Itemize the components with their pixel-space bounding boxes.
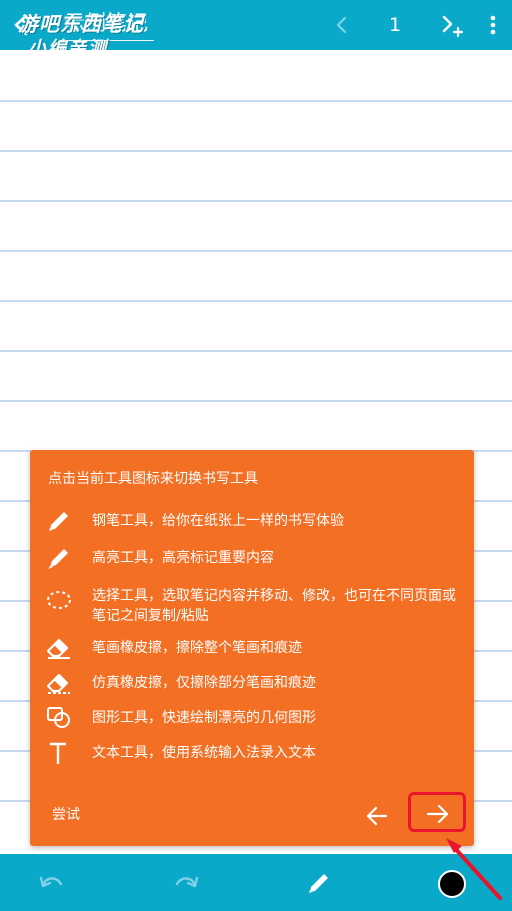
tool-tip-text: 钢笔工具，给你在纸张上一样的书写体验 bbox=[92, 513, 344, 529]
pen-icon bbox=[309, 874, 328, 893]
undo-button[interactable] bbox=[38, 871, 66, 895]
ruled-line bbox=[0, 150, 512, 152]
add-page-button[interactable] bbox=[440, 11, 466, 39]
stroke-eraser-icon bbox=[44, 635, 74, 661]
top-app-bar: 示例笔记 游吧东西笔记 小编亲测 1 bbox=[0, 0, 512, 59]
previous-page-button[interactable] bbox=[329, 11, 355, 39]
undo-icon bbox=[39, 876, 63, 888]
more-options-button[interactable] bbox=[482, 11, 504, 39]
redo-icon bbox=[175, 876, 199, 888]
bottom-toolbar bbox=[0, 854, 512, 911]
chevron-plus-icon bbox=[442, 15, 464, 38]
ruled-line bbox=[0, 350, 512, 352]
tool-tip-text: 仿真橡皮擦，仅擦除部分笔画和痕迹 bbox=[92, 675, 316, 691]
arrow-right-icon bbox=[426, 804, 449, 824]
ruled-line bbox=[0, 200, 512, 202]
arrow-left-icon bbox=[366, 806, 388, 826]
current-tool-pen-button[interactable] bbox=[305, 869, 333, 897]
chevron-left-icon bbox=[336, 16, 347, 34]
ruled-line bbox=[0, 250, 512, 252]
tool-tip-text: 图形工具，快速绘制漂亮的几何图形 bbox=[92, 710, 316, 726]
highlighter-icon bbox=[44, 545, 74, 571]
note-title[interactable]: 示例笔记 bbox=[64, 9, 148, 37]
tip-next-button[interactable] bbox=[408, 792, 466, 832]
more-vertical-icon bbox=[490, 15, 496, 35]
lasso-select-icon bbox=[44, 587, 74, 613]
tool-tip-text: 文本工具，使用系统输入法录入文本 bbox=[92, 745, 316, 761]
text-tool-icon bbox=[44, 740, 74, 766]
tool-tip-text: 高亮工具，高亮标记重要内容 bbox=[92, 550, 274, 566]
ruled-line bbox=[0, 100, 512, 102]
tool-tips-card: 点击当前工具图标来切换书写工具 钢笔工具，给你在纸张上一样的书写体验 高亮工具，… bbox=[30, 450, 474, 846]
page-number[interactable]: 1 bbox=[382, 11, 408, 39]
tool-tip-text: 笔画橡皮擦，擦除整个笔画和痕迹 bbox=[92, 640, 302, 656]
try-button[interactable]: 尝试 bbox=[52, 806, 80, 824]
note-editor-screen: 示例笔记 游吧东西笔记 小编亲测 1 点击当前工具图标来切换书写工具 钢笔工具，… bbox=[0, 0, 512, 911]
back-button[interactable] bbox=[6, 10, 36, 40]
ink-color-button[interactable] bbox=[438, 870, 466, 898]
partial-eraser-icon bbox=[44, 670, 74, 696]
ruled-line bbox=[0, 400, 512, 402]
tool-tip-text: 选择工具，选取笔记内容并移动、修改，也可在不同页面或笔记之间复制/粘贴 bbox=[92, 588, 456, 624]
tip-heading: 点击当前工具图标来切换书写工具 bbox=[48, 471, 258, 487]
shapes-icon bbox=[44, 705, 74, 731]
tip-previous-button[interactable] bbox=[364, 803, 390, 829]
pen-icon bbox=[44, 508, 74, 534]
ruled-line bbox=[0, 300, 512, 302]
title-underline bbox=[60, 40, 154, 41]
redo-button[interactable] bbox=[172, 871, 200, 895]
arrow-left-icon bbox=[14, 14, 28, 36]
